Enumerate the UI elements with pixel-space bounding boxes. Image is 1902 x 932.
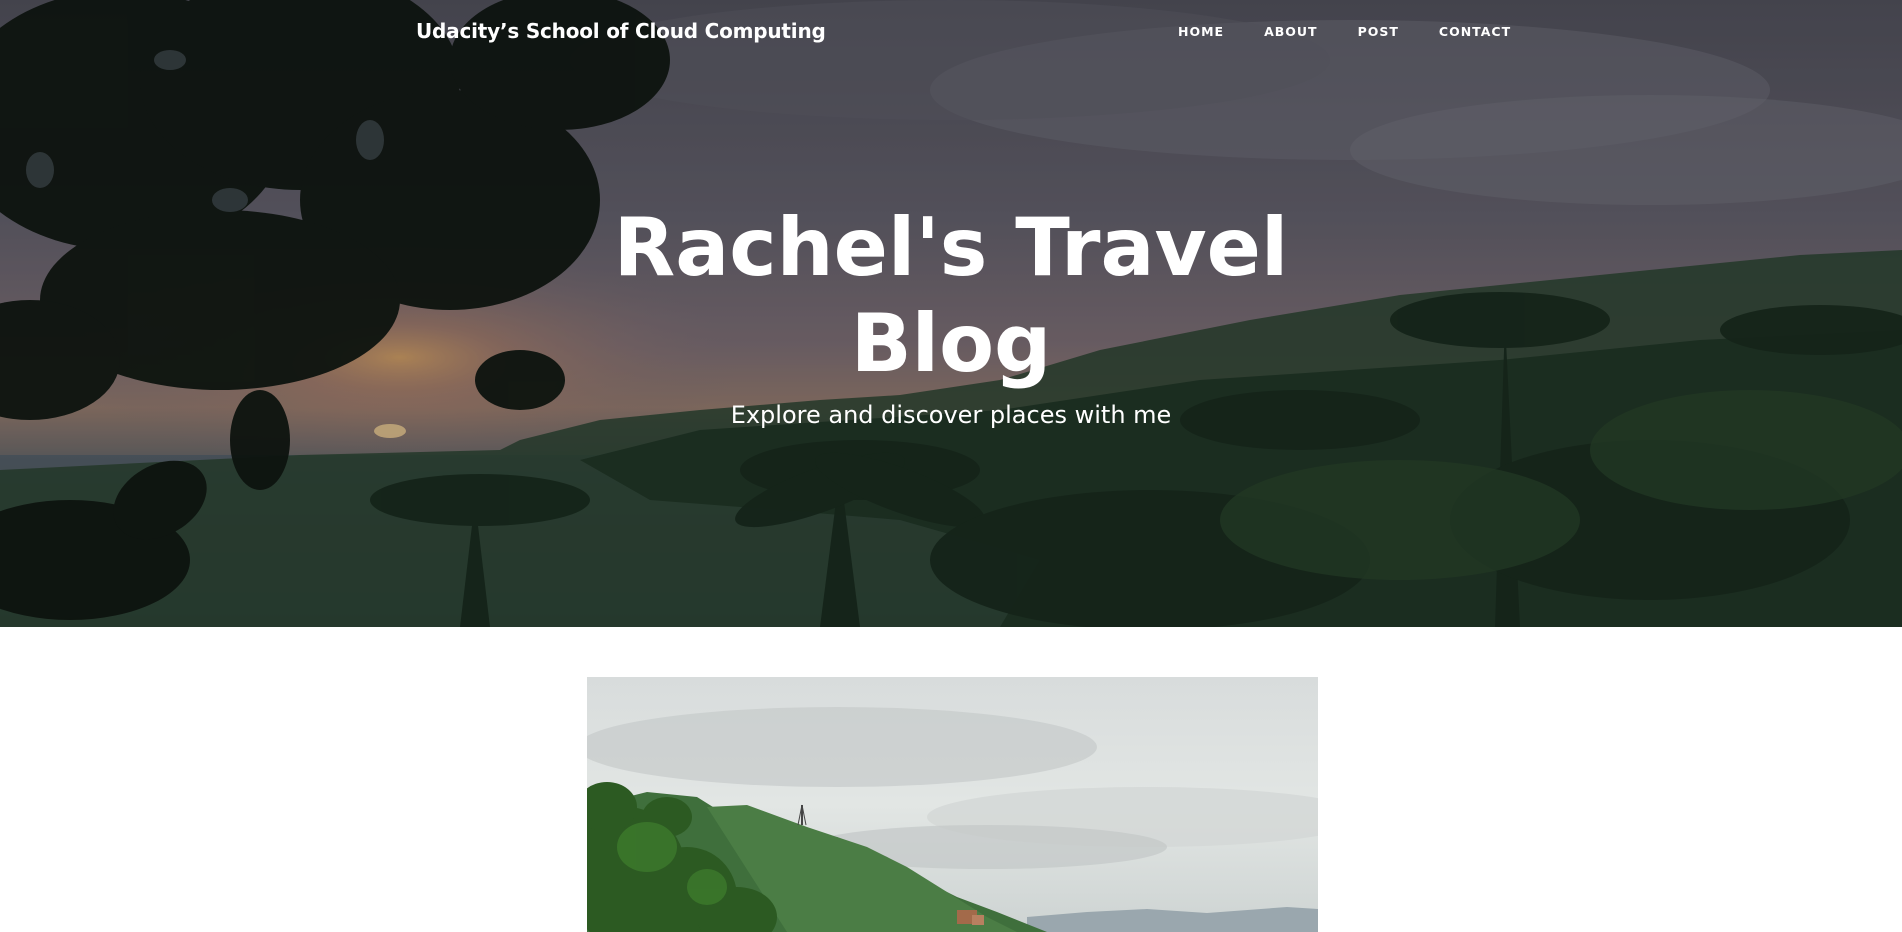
nav-contact-link[interactable]: CONTACT <box>1439 24 1511 39</box>
top-navbar: Udacity’s School of Cloud Computing HOME… <box>0 0 1902 64</box>
mountain-landscape-photo <box>587 677 1318 932</box>
nav-about-link[interactable]: ABOUT <box>1264 24 1318 39</box>
hero-header: Udacity’s School of Cloud Computing HOME… <box>0 0 1902 627</box>
post-image <box>587 677 1318 932</box>
nav-post-link[interactable]: POST <box>1358 24 1399 39</box>
brand-link[interactable]: Udacity’s School of Cloud Computing <box>416 19 826 43</box>
page-subtitle: Explore and discover places with me <box>730 401 1172 429</box>
page-title: Rachel's Travel Blog <box>613 201 1289 390</box>
site-heading: Rachel's Travel Blog Explore and discove… <box>0 200 1902 432</box>
nav-home-link[interactable]: HOME <box>1178 24 1224 39</box>
nav-links: HOME ABOUT POST CONTACT <box>1178 24 1511 39</box>
